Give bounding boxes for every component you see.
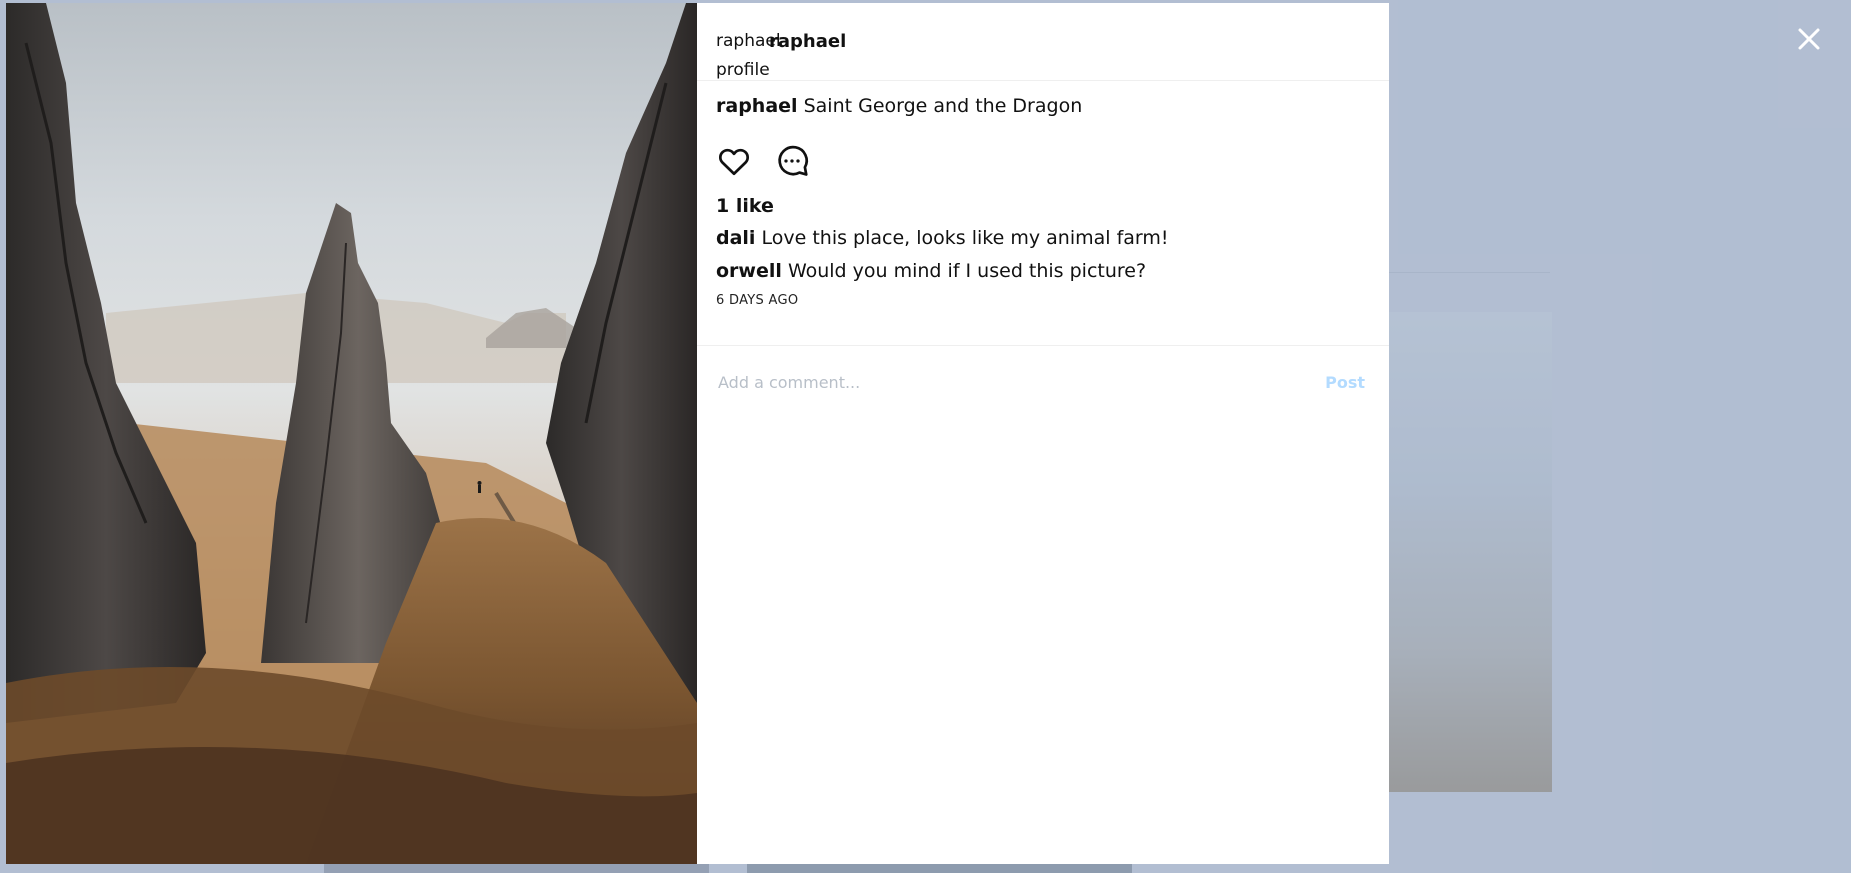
comment-item: dali Love this place, looks like my anim… xyxy=(716,226,1370,250)
header-username[interactable]: raphael xyxy=(769,31,846,52)
comment-item: orwell Would you mind if I used this pic… xyxy=(716,259,1370,283)
post-button[interactable]: Post xyxy=(1325,373,1365,392)
post-actions xyxy=(716,141,1370,181)
comment-form: Post xyxy=(697,346,1389,418)
close-icon[interactable] xyxy=(1796,26,1822,52)
caption-text: Saint George and the Dragon xyxy=(803,95,1083,117)
comment-username[interactable]: orwell xyxy=(716,260,782,282)
comment-text: Would you mind if I used this picture? xyxy=(787,260,1147,282)
post-caption: raphael Saint George and the Dragon xyxy=(716,94,1370,118)
post-timestamp: 6 DAYS AGO xyxy=(716,293,799,308)
post-header: raphael profile raphael xyxy=(697,3,1389,81)
comment-input[interactable] xyxy=(716,371,1326,393)
post-details-panel: raphael profile raphael raphael Saint Ge… xyxy=(697,3,1389,864)
post-body: raphael Saint George and the Dragon 1 li… xyxy=(697,81,1389,346)
comment-icon[interactable] xyxy=(774,143,810,179)
comment-username[interactable]: dali xyxy=(716,227,755,249)
caption-author[interactable]: raphael xyxy=(716,95,798,117)
comment-text: Love this place, looks like my animal fa… xyxy=(761,227,1169,249)
likes-count[interactable]: 1 like xyxy=(716,195,1370,217)
post-image xyxy=(6,3,697,864)
post-modal: raphael profile raphael raphael Saint Ge… xyxy=(6,3,1389,864)
heart-icon[interactable] xyxy=(716,143,752,179)
